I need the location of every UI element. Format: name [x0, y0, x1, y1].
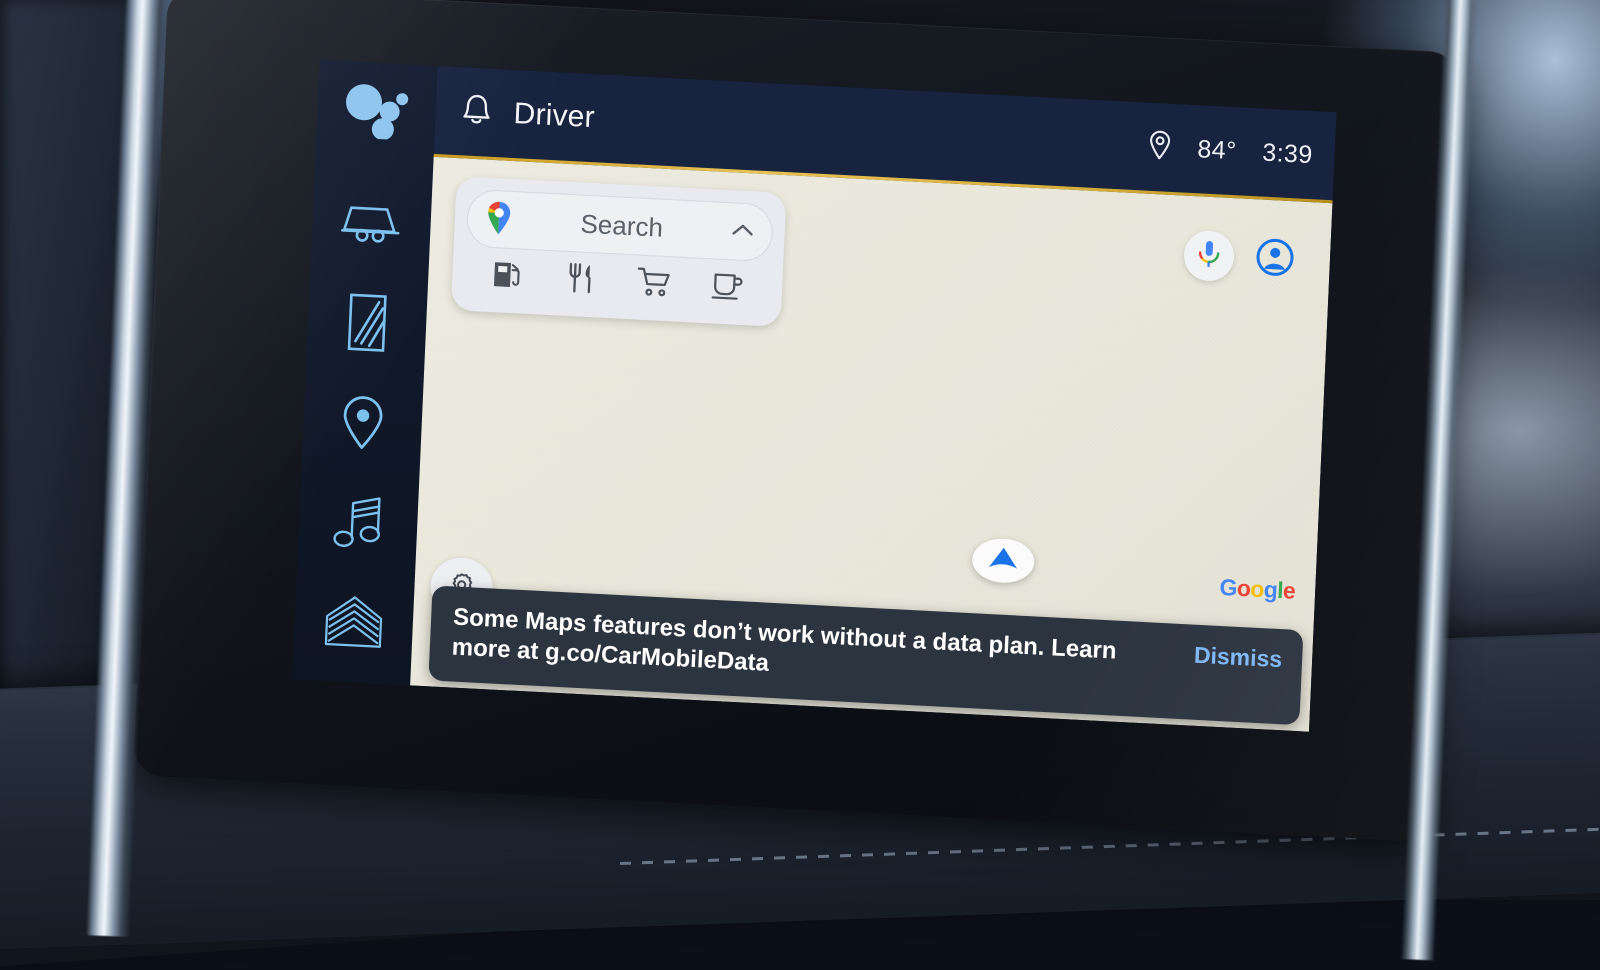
watermark-letter: o	[1236, 575, 1251, 603]
watermark-letter: e	[1282, 577, 1295, 605]
microphone-icon	[1195, 238, 1223, 274]
location-pin-icon	[1147, 129, 1173, 165]
location-puck[interactable]	[971, 537, 1035, 584]
google-maps-pin-icon	[483, 198, 515, 241]
watermark-letter: G	[1219, 574, 1237, 602]
screen-content: Driver 84° 3:39	[292, 60, 1336, 732]
gas-station-icon	[489, 255, 525, 296]
bell-icon[interactable]	[459, 91, 495, 134]
map-canvas[interactable]: Search	[410, 157, 1332, 732]
sidebar-item-media[interactable]	[315, 489, 402, 555]
sidebar-item-apps[interactable]	[311, 589, 398, 655]
search-placeholder: Search	[523, 205, 720, 246]
sidebar-item-climate[interactable]	[324, 290, 411, 356]
clock-readout: 3:39	[1262, 138, 1313, 170]
account-button[interactable]	[1249, 233, 1301, 286]
voice-search-button[interactable]	[1183, 230, 1235, 283]
climate-icon	[343, 291, 392, 355]
search-card: Search	[451, 176, 787, 327]
sidebar-item-navigation[interactable]	[319, 389, 406, 455]
music-note-icon	[329, 492, 388, 553]
category-coffee[interactable]	[697, 263, 757, 312]
coffee-cup-icon	[710, 267, 746, 308]
chevron-stack-icon	[322, 594, 386, 651]
navigation-pin-icon	[338, 392, 389, 452]
shopping-cart-icon	[635, 263, 673, 304]
navigation-arrow-icon	[986, 544, 1021, 577]
infotainment-display: Driver 84° 3:39	[132, 0, 1466, 852]
snackbar-message: Some Maps features don’t work without a …	[451, 602, 1179, 701]
vehicle-icon	[340, 199, 404, 246]
category-gas[interactable]	[477, 251, 537, 300]
chevron-up-icon[interactable]	[729, 220, 756, 244]
page-title: Driver	[513, 97, 596, 135]
assistant-dots-logo[interactable]	[342, 81, 411, 145]
watermark-letter: o	[1250, 576, 1265, 604]
dismiss-button[interactable]: Dismiss	[1193, 640, 1282, 673]
watermark-letter: g	[1263, 576, 1278, 604]
account-circle-icon	[1253, 235, 1297, 284]
temperature-readout: 84°	[1197, 135, 1237, 166]
restaurant-icon	[563, 259, 599, 300]
category-restaurant[interactable]	[551, 255, 611, 304]
sidebar-item-vehicle[interactable]	[328, 190, 415, 256]
google-watermark: Google	[1219, 574, 1296, 605]
category-groceries[interactable]	[624, 259, 684, 308]
